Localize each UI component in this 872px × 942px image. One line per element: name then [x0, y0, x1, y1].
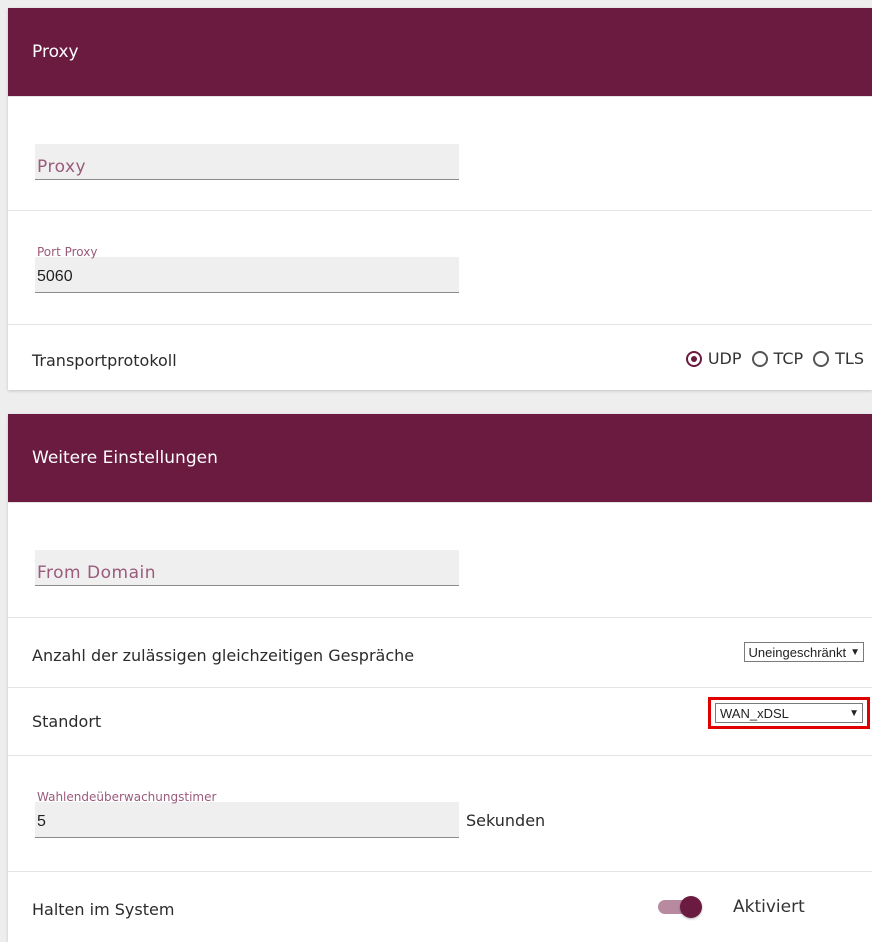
proxy-row: Proxy	[8, 96, 872, 210]
hold-toggle[interactable]	[658, 896, 706, 918]
dropdown-arrow-icon: ▼	[849, 707, 859, 719]
radio-tls[interactable]: TLS	[813, 349, 864, 368]
radio-unchecked-icon	[813, 350, 830, 367]
from-domain-placeholder: From Domain	[37, 563, 156, 583]
radio-tcp-label: TCP	[773, 349, 804, 368]
calls-select-value: Uneingeschränkt	[748, 644, 847, 660]
radio-tcp[interactable]: TCP	[751, 349, 804, 368]
proxy-input[interactable]: Proxy	[35, 144, 459, 180]
dropdown-arrow-icon: ▼	[850, 646, 860, 658]
from-domain-input[interactable]: From Domain	[35, 550, 459, 586]
location-highlight: WAN_xDSL ▼	[708, 697, 870, 729]
timer-unit: Sekunden	[466, 811, 546, 830]
location-select-value: WAN_xDSL	[720, 705, 789, 721]
proxy-section-header: Proxy	[8, 8, 872, 96]
radio-udp[interactable]: UDP	[685, 349, 742, 368]
from-domain-row: From Domain	[8, 502, 872, 617]
proxy-placeholder: Proxy	[37, 157, 87, 177]
transport-radio-group: UDP TCP TLS	[685, 349, 864, 368]
transport-label: Transportprotokoll	[32, 351, 177, 370]
radio-checked-icon	[685, 350, 702, 367]
calls-row: Anzahl der zulässigen gleichzeitigen Ges…	[8, 617, 872, 687]
hold-label: Halten im System	[32, 900, 175, 919]
radio-udp-label: UDP	[707, 349, 742, 368]
port-proxy-label: Port Proxy	[37, 245, 98, 259]
hold-row: Halten im System Aktiviert	[8, 871, 872, 942]
port-proxy-row: Port Proxy 5060	[8, 210, 872, 324]
hold-state-label: Aktiviert	[733, 897, 805, 917]
radio-unchecked-icon	[751, 350, 768, 367]
calls-select[interactable]: Uneingeschränkt ▼	[743, 642, 864, 662]
location-select[interactable]: WAN_xDSL ▼	[715, 703, 863, 723]
more-settings-card: Weitere Einstellungen From Domain Anzahl…	[8, 414, 872, 942]
transport-row: Transportprotokoll UDP TCP TLS	[8, 324, 872, 390]
more-settings-header: Weitere Einstellungen	[8, 414, 872, 502]
more-settings-title: Weitere Einstellungen	[32, 448, 218, 468]
port-proxy-input[interactable]: Port Proxy 5060	[35, 245, 459, 293]
toggle-knob	[680, 896, 702, 918]
port-proxy-value: 5060	[37, 268, 73, 285]
timer-row: Wahlendeüberwachungstimer 5 Sekunden	[8, 755, 872, 871]
radio-tls-label: TLS	[835, 349, 864, 368]
timer-input[interactable]: Wahlendeüberwachungstimer 5	[35, 790, 459, 838]
timer-value: 5	[37, 813, 46, 830]
location-row: Standort WAN_xDSL ▼	[8, 687, 872, 755]
calls-label: Anzahl der zulässigen gleichzeitigen Ges…	[32, 646, 415, 665]
timer-label: Wahlendeüberwachungstimer	[37, 790, 217, 804]
proxy-section-title: Proxy	[32, 42, 79, 62]
proxy-card: Proxy Proxy Port Proxy 5060 Transportpro…	[8, 8, 872, 390]
location-label: Standort	[32, 712, 102, 731]
